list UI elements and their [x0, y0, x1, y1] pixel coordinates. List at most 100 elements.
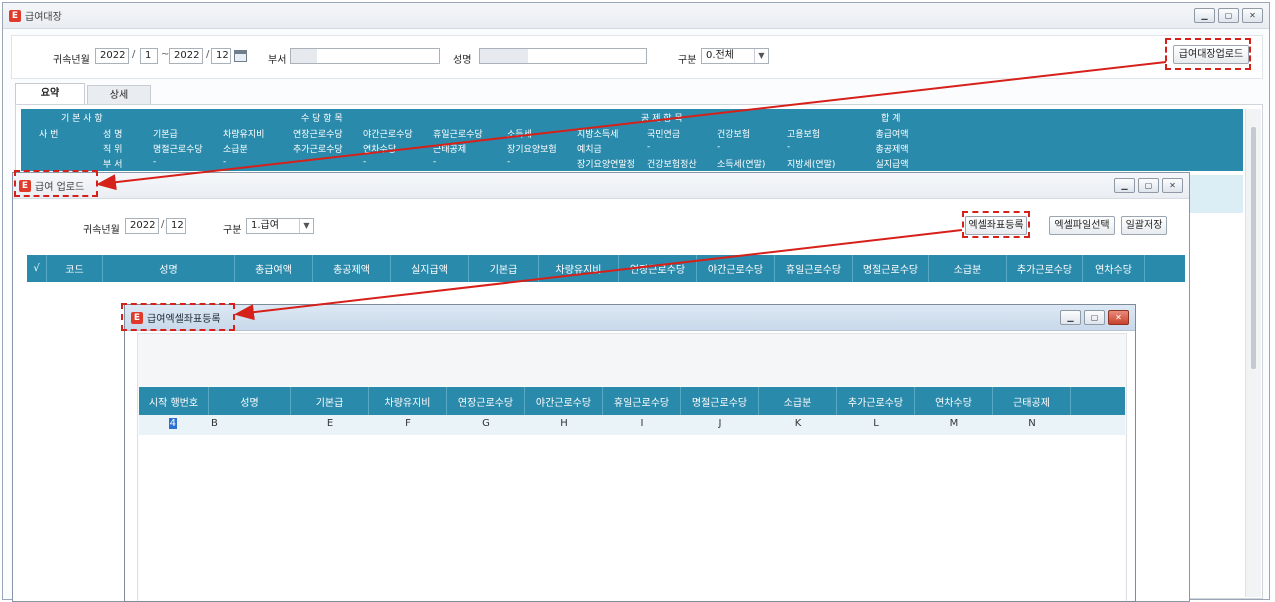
basic-label-0: 성 명	[103, 130, 123, 140]
excel-file-button[interactable]: 엑셀파일선택	[1049, 216, 1115, 235]
to-month-input[interactable]: 12	[211, 48, 231, 64]
highlight-upload-button	[1165, 38, 1251, 70]
mapping-close-button[interactable]: ✕	[1108, 310, 1129, 325]
name-input[interactable]	[479, 48, 647, 64]
upload-year-input[interactable]: 2022	[125, 218, 159, 234]
start-row-cell[interactable]: 4	[139, 418, 209, 429]
mapping-col-header[interactable]: 명절근로수당	[681, 387, 759, 415]
upload-col-header[interactable]: 차량유지비	[539, 255, 619, 282]
upload-minimize-button[interactable]: ▁	[1114, 178, 1135, 193]
mapping-cell[interactable]: G	[447, 418, 525, 429]
dept-input[interactable]	[290, 48, 440, 64]
grid-row1-cell: 소득세	[507, 130, 532, 140]
mapping-col-header[interactable]: 휴일근로수당	[603, 387, 681, 415]
highlight-upload-window-title	[14, 170, 98, 197]
upload-col-header[interactable]: 실지급액	[391, 255, 469, 282]
mapping-col-header[interactable]: 기본급	[291, 387, 369, 415]
type-select-value: 0.전체	[706, 50, 734, 61]
mapping-cell[interactable]: B	[209, 418, 291, 429]
grid-row2-cell: 장기요양보험	[507, 145, 557, 155]
app-icon: E	[9, 9, 21, 22]
grid-row1-cell: 휴일근로수당	[433, 130, 483, 140]
mapping-col-header[interactable]: 근태공제	[993, 387, 1071, 415]
upload-col-header[interactable]: 기본급	[469, 255, 539, 282]
grid-row2-cell: 연차수당	[363, 145, 397, 155]
grid-row2-cell: 명절근로수당	[153, 145, 203, 155]
maximize-button[interactable]: ▢	[1218, 8, 1239, 23]
chevron-down-icon: ▼	[299, 219, 313, 233]
upload-close-button[interactable]: ✕	[1162, 178, 1183, 193]
mapping-cell[interactable]: F	[369, 418, 447, 429]
grid-row3-cell: -	[223, 157, 227, 167]
group-header-total: 합 계	[881, 114, 901, 124]
grid-row2-cell: -	[717, 142, 721, 152]
type-select[interactable]: 0.전체 ▼	[701, 48, 769, 64]
mapping-maximize-button[interactable]: ▢	[1084, 310, 1105, 325]
close-button[interactable]: ✕	[1242, 8, 1263, 23]
tab-detail[interactable]: 상세	[87, 85, 151, 105]
upload-col-header[interactable]: 연차수당	[1083, 255, 1145, 282]
upload-type-value: 1.급여	[251, 220, 279, 231]
mapping-col-header[interactable]: 야간근로수당	[525, 387, 603, 415]
upload-col-header[interactable]: √	[27, 255, 47, 282]
upload-col-header[interactable]: 코드	[47, 255, 103, 282]
grid-row1-cell: 고용보험	[787, 130, 821, 140]
mapping-cell[interactable]: E	[291, 418, 369, 429]
mapping-col-header[interactable]: 성명	[209, 387, 291, 415]
basic-label-1: 직 위	[103, 145, 123, 155]
upload-type-select[interactable]: 1.급여 ▼	[246, 218, 314, 234]
mapping-col-header[interactable]: 소급분	[759, 387, 837, 415]
mapping-col-header[interactable]: 차량유지비	[369, 387, 447, 415]
upload-col-header[interactable]: 추가근로수당	[1007, 255, 1083, 282]
highlight-mapping-window-title	[121, 303, 235, 331]
group-header-allowance: 수 당 항 목	[301, 114, 343, 124]
grid-row3-cell: -	[363, 157, 367, 167]
calendar-icon[interactable]	[234, 50, 247, 62]
mapping-cell[interactable]: H	[525, 418, 603, 429]
main-titlebar: E 급여대장 ▁ ▢ ✕	[3, 3, 1269, 29]
summary-grid-scrollbar[interactable]	[1245, 109, 1261, 597]
main-window-title: 급여대장	[25, 12, 62, 23]
mapping-col-header[interactable]: 연차수당	[915, 387, 993, 415]
mapping-grid-body	[139, 435, 1125, 601]
grid-row2-cell: 근태공제	[433, 145, 467, 155]
batch-save-button[interactable]: 일괄저장	[1121, 216, 1167, 235]
grid-row2-cell: 예치금	[577, 145, 602, 155]
mapping-cell[interactable]: I	[603, 418, 681, 429]
name-label: 성명	[453, 55, 472, 66]
mapping-col-header[interactable]: 시작 행번호	[139, 387, 209, 415]
tab-summary[interactable]: 요약	[15, 83, 85, 105]
mapping-cell[interactable]: L	[837, 418, 915, 429]
to-year-input[interactable]: 2022	[169, 48, 203, 64]
upload-col-header[interactable]: 소급분	[929, 255, 1007, 282]
mapping-window: E 급여엑셀좌표등록 ▁ ▢ ✕ 시작 행번호 성명 기본급 차량유지비 연장근로수당 야…	[124, 304, 1136, 602]
minimize-button[interactable]: ▁	[1194, 8, 1215, 23]
mapping-col-header[interactable]: 연장근로수당	[447, 387, 525, 415]
mapping-cell[interactable]: N	[993, 418, 1071, 429]
grid-row2-cell: 추가근로수당	[293, 145, 343, 155]
from-month-input[interactable]: 1	[140, 48, 158, 64]
upload-col-header[interactable]: 야간근로수당	[697, 255, 775, 282]
mapping-minimize-button[interactable]: ▁	[1060, 310, 1081, 325]
grid-row1-cell: 지방소득세	[577, 130, 619, 140]
mapping-cell[interactable]: J	[681, 418, 759, 429]
upload-col-header[interactable]: 성명	[103, 255, 235, 282]
grid-row1-cell: 국민연금	[647, 130, 681, 140]
upload-col-header[interactable]: 명절근로수당	[853, 255, 929, 282]
grid-row1-cell: 연장근로수당	[293, 130, 343, 140]
grid-row2-cell: -	[647, 142, 651, 152]
grid-row3-cell: -	[153, 157, 157, 167]
upload-month-input[interactable]: 12	[166, 218, 186, 234]
upload-maximize-button[interactable]: ▢	[1138, 178, 1159, 193]
upload-col-header[interactable]: 총공제액	[313, 255, 391, 282]
upload-col-header[interactable]: 총급여액	[235, 255, 313, 282]
upload-col-header[interactable]: 연장근로수당	[619, 255, 697, 282]
upload-col-header[interactable]: 휴일근로수당	[775, 255, 853, 282]
mapping-cell[interactable]: M	[915, 418, 993, 429]
upload-period-label: 귀속년월	[83, 225, 120, 236]
mapping-cell[interactable]: K	[759, 418, 837, 429]
mapping-col-header[interactable]: 추가근로수당	[837, 387, 915, 415]
from-year-input[interactable]: 2022	[95, 48, 129, 64]
emp-no-header: 사 번	[39, 130, 59, 140]
grid-row3-cell: 실지급액	[875, 160, 909, 170]
